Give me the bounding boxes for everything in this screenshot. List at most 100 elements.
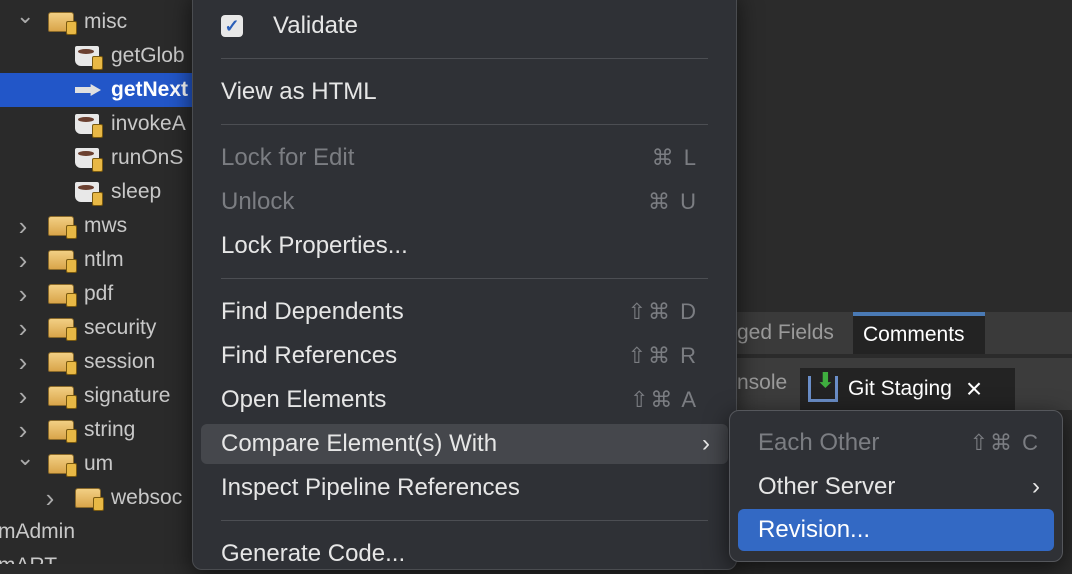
tree-item-label: mAdmin bbox=[0, 520, 76, 543]
menu-item-each-other: Each Other ⇧⌘ C bbox=[738, 423, 1054, 463]
tree-item-label: websoc bbox=[111, 486, 183, 509]
tree-item[interactable]: getGlob bbox=[0, 39, 192, 73]
compare-submenu: Each Other ⇧⌘ C Other Server › Revision... bbox=[729, 410, 1063, 562]
chevron-right-icon[interactable]: › bbox=[43, 483, 57, 514]
package-navigator-tree: ⌄ misc getGlob getNext invokeA runOnS sleep › mw… bbox=[0, 0, 192, 564]
tree-item[interactable]: runOnS bbox=[0, 141, 192, 175]
menu-item-other-server[interactable]: Other Server › bbox=[738, 467, 1054, 507]
tab-logged-fields[interactable]: ged Fields bbox=[737, 318, 834, 348]
tree-item[interactable]: › ntlm bbox=[0, 243, 192, 277]
menu-item-generate-code[interactable]: Generate Code... bbox=[201, 534, 728, 574]
flow-service-icon bbox=[75, 84, 101, 96]
java-service-icon bbox=[75, 182, 103, 206]
chevron-right-icon[interactable]: › bbox=[16, 245, 30, 276]
tree-item[interactable]: sleep bbox=[0, 175, 192, 209]
checkbox-checked-icon: ✓ bbox=[221, 15, 243, 37]
tree-item-label: mws bbox=[84, 214, 128, 237]
chevron-down-icon[interactable]: ⌄ bbox=[16, 3, 34, 29]
separator bbox=[221, 124, 708, 125]
folder-icon bbox=[48, 318, 77, 341]
chevron-right-icon[interactable]: › bbox=[16, 415, 30, 446]
folder-icon bbox=[48, 284, 77, 307]
chevron-right-icon[interactable]: › bbox=[16, 347, 30, 378]
tree-item[interactable]: mAdmin bbox=[0, 515, 192, 549]
context-menu: ✓ Validate View as HTML Lock for Edit ⌘ L … bbox=[192, 0, 737, 570]
tab-comments[interactable]: Comments bbox=[853, 312, 985, 354]
tree-item[interactable]: › mws bbox=[0, 209, 192, 243]
chevron-down-icon[interactable]: ⌄ bbox=[16, 445, 34, 471]
tree-item[interactable]: › string bbox=[0, 413, 192, 447]
shortcut: ⇧⌘ R bbox=[627, 343, 698, 368]
shortcut: ⌘ L bbox=[651, 145, 698, 170]
menu-item-find-dependents[interactable]: Find Dependents ⇧⌘ D bbox=[201, 292, 728, 332]
tree-item[interactable]: › security bbox=[0, 311, 192, 345]
tree-item-label: invokeA bbox=[111, 112, 186, 135]
tree-item-label: security bbox=[84, 316, 157, 339]
menu-item-revision[interactable]: Revision... bbox=[738, 509, 1054, 551]
java-service-icon bbox=[75, 46, 103, 70]
menu-item-unlock: Unlock ⌘ U bbox=[201, 182, 728, 222]
tree-item-label: pdf bbox=[84, 282, 114, 305]
chevron-right-icon: › bbox=[1032, 473, 1040, 500]
tree-item-label: mART bbox=[0, 554, 57, 564]
menu-item-open-elements[interactable]: Open Elements ⇧⌘ A bbox=[201, 380, 728, 420]
tree-item-label: sleep bbox=[111, 180, 162, 203]
bottom-tab-bar: nsole ⬇ Git Staging × bbox=[737, 358, 1072, 410]
menu-item-find-references[interactable]: Find References ⇧⌘ R bbox=[201, 336, 728, 376]
tree-item[interactable]: ⌄ um bbox=[0, 445, 192, 481]
chevron-right-icon[interactable]: › bbox=[16, 313, 30, 344]
chevron-right-icon[interactable]: › bbox=[16, 279, 30, 310]
chevron-right-icon[interactable]: › bbox=[16, 211, 30, 242]
tab-git-staging[interactable]: ⬇ Git Staging × bbox=[800, 368, 1015, 410]
folder-icon bbox=[48, 420, 77, 443]
tree-item[interactable]: › pdf bbox=[0, 277, 192, 311]
folder-icon bbox=[75, 488, 104, 511]
separator bbox=[221, 278, 708, 279]
menu-item-lock-properties[interactable]: Lock Properties... bbox=[201, 226, 728, 266]
tree-item-label: session bbox=[84, 350, 156, 373]
menu-item-lock-for-edit: Lock for Edit ⌘ L bbox=[201, 138, 728, 178]
menu-item-validate[interactable]: ✓ Validate bbox=[201, 6, 728, 46]
menu-item-compare-elements-with[interactable]: Compare Element(s) With › bbox=[201, 424, 728, 464]
menu-label: Validate bbox=[273, 12, 358, 39]
tree-item[interactable]: mART bbox=[0, 549, 192, 564]
menu-label: Find Dependents bbox=[221, 298, 404, 325]
java-service-icon bbox=[75, 114, 103, 138]
separator bbox=[221, 520, 708, 521]
java-service-icon bbox=[75, 148, 103, 172]
menu-label: Compare Element(s) With bbox=[221, 430, 498, 457]
menu-label: Each Other bbox=[758, 429, 880, 456]
menu-label: Find References bbox=[221, 342, 398, 369]
menu-label: Other Server bbox=[758, 473, 896, 500]
shortcut: ⇧⌘ A bbox=[629, 387, 698, 412]
tree-item[interactable]: › websoc bbox=[0, 481, 192, 515]
folder-icon bbox=[48, 454, 77, 477]
chevron-right-icon: › bbox=[702, 430, 710, 457]
close-icon[interactable]: × bbox=[966, 373, 982, 405]
folder-icon bbox=[48, 12, 77, 35]
tree-item[interactable]: getNext bbox=[0, 73, 192, 107]
menu-label: Unlock bbox=[221, 188, 295, 215]
tree-item[interactable]: › session bbox=[0, 345, 192, 379]
shortcut: ⌘ U bbox=[648, 189, 698, 214]
tree-item[interactable]: invokeA bbox=[0, 107, 192, 141]
top-tab-bar: ged Fields Comments bbox=[737, 312, 1072, 354]
git-staging-icon: ⬇ bbox=[808, 370, 838, 402]
chevron-right-icon[interactable]: › bbox=[16, 381, 30, 412]
tree-item-label: misc bbox=[84, 10, 128, 33]
editor-area bbox=[737, 0, 1072, 312]
shortcut: ⇧⌘ D bbox=[627, 299, 698, 324]
menu-label: Open Elements bbox=[221, 386, 387, 413]
tab-console[interactable]: nsole bbox=[737, 368, 787, 398]
tree-item-label: string bbox=[84, 418, 136, 441]
tree-item[interactable]: › signature bbox=[0, 379, 192, 413]
separator bbox=[221, 58, 708, 59]
menu-item-view-as-html[interactable]: View as HTML bbox=[201, 72, 728, 112]
tree-item-label: getNext bbox=[111, 78, 189, 101]
tree-item[interactable]: ⌄ misc bbox=[0, 3, 192, 39]
folder-icon bbox=[48, 250, 77, 273]
shortcut: ⇧⌘ C bbox=[969, 430, 1040, 455]
menu-label: Lock for Edit bbox=[221, 144, 355, 171]
folder-icon bbox=[48, 386, 77, 409]
menu-item-inspect-pipeline-references[interactable]: Inspect Pipeline References bbox=[201, 468, 728, 508]
